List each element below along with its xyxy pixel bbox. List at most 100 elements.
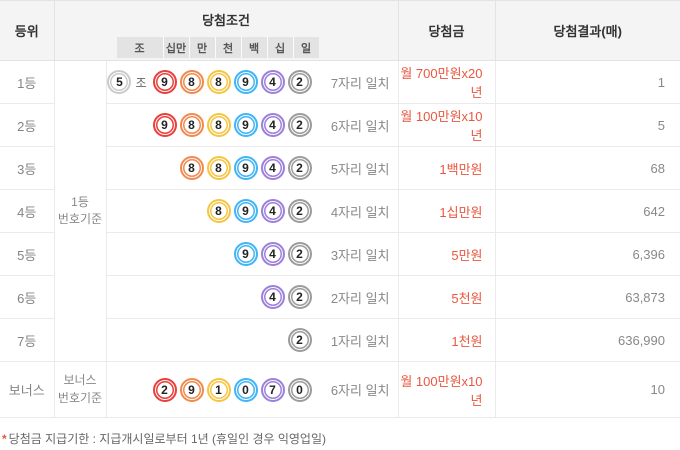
winning-numbers: 988942 (107, 113, 312, 137)
winning-numbers: 8942 (107, 199, 312, 223)
lottery-ball: 8 (179, 156, 204, 180)
lottery-ball: 7 (260, 377, 285, 402)
lottery-ball: 9 (233, 156, 258, 180)
lottery-ball: 9 (233, 113, 258, 137)
lottery-ball: 8 (206, 199, 231, 223)
basis-line2: 번호기준 (57, 212, 103, 226)
lottery-ball: 8 (206, 113, 231, 137)
prize-cell: 월 700만원x20년 (397, 60, 496, 104)
header-condition-title: 당첨조건 (202, 12, 250, 28)
match-label: 3자리 일치 (330, 247, 390, 263)
result-count-cell: 1 (494, 60, 680, 104)
header-rank: 등위 (0, 0, 55, 61)
lottery-ball: 8 (179, 113, 204, 137)
digit-position-label-1: 일 (292, 37, 319, 58)
basis-line2: 번호기준 (57, 390, 103, 405)
rank-cell: 5등 (0, 232, 55, 276)
rank-cell: 1등 (0, 60, 55, 104)
condition-cell: 88942 5자리 일치 (105, 146, 399, 190)
lottery-ball: 4 (260, 113, 285, 137)
winning-numbers: 88942 (107, 156, 312, 180)
lottery-result-table: 등위 당첨조건 조 십만 만 천 백 십 일 당첨금 당첨결과(매) 1등 1등… (0, 0, 680, 418)
rank-cell: 보너스 (0, 361, 55, 418)
first-prize-basis-cell: 1등 번호기준 (53, 60, 107, 362)
match-label: 6자리 일치 (330, 383, 390, 398)
prize-cell: 월 100만원x10년 (397, 361, 496, 418)
match-label: 4자리 일치 (330, 204, 390, 220)
lottery-ball: 2 (287, 328, 312, 352)
rank-cell: 3등 (0, 146, 55, 190)
prize-cell: 5만원 (397, 232, 496, 276)
footnote-mark: * (2, 432, 7, 446)
condition-cell: 942 3자리 일치 (105, 232, 399, 276)
digit-position-bar: 조 십만 만 천 백 십 일 (116, 37, 319, 58)
winning-numbers: 942 (107, 242, 312, 266)
lottery-ball: 2 (287, 199, 312, 223)
lottery-ball: 8 (206, 70, 231, 94)
lottery-ball: 2 (287, 242, 312, 266)
lottery-ball: 9 (233, 70, 258, 94)
lottery-ball: 4 (260, 70, 285, 94)
lottery-ball: 8 (206, 156, 231, 180)
prize-cell: 월 100만원x10년 (397, 103, 496, 147)
rank-cell: 7등 (0, 318, 55, 362)
prize-cell: 1백만원 (397, 146, 496, 190)
winning-numbers: 5조988942 (107, 70, 312, 94)
lottery-ball: 8 (179, 70, 204, 94)
condition-cell: 42 2자리 일치 (105, 275, 399, 319)
lottery-ball: 9 (152, 70, 177, 94)
digit-position-label-10: 십 (266, 37, 293, 58)
condition-cell: 988942 6자리 일치 (105, 103, 399, 147)
prize-cell: 1천원 (397, 318, 496, 362)
bonus-basis-cell: 보너스 번호기준 (53, 361, 107, 418)
lottery-ball: 4 (260, 285, 285, 309)
match-label: 2자리 일치 (330, 290, 390, 306)
result-count-cell: 5 (494, 103, 680, 147)
lottery-ball: 2 (287, 285, 312, 309)
group-unit-label: 조 (135, 75, 147, 90)
prize-cell: 1십만원 (397, 189, 496, 233)
lottery-ball: 9 (152, 113, 177, 137)
lottery-ball: 4 (260, 199, 285, 223)
rank-cell: 2등 (0, 103, 55, 147)
winning-numbers: 42 (107, 285, 312, 309)
table-row-rank1: 1등 1등 번호기준 5조988942 7자리 일치 월 700만원x20년 1 (0, 60, 680, 362)
condition-cell: 5조988942 7자리 일치 (105, 60, 399, 104)
result-count-cell: 6,396 (494, 232, 680, 276)
result-count-cell: 636,990 (494, 318, 680, 362)
rank-cell: 4등 (0, 189, 55, 233)
lottery-ball: 0 (287, 377, 312, 402)
rank-cell: 6등 (0, 275, 55, 319)
lottery-ball: 9 (233, 199, 258, 223)
payment-deadline-note: * 당첨금 지급기한 : 지급개시일로부터 1년 (휴일인 경우 익영업일) (2, 430, 680, 447)
winning-numbers: 291070 (107, 377, 312, 402)
prize-cell: 5천원 (397, 275, 496, 319)
lottery-ball: 1 (206, 377, 231, 402)
lottery-ball: 2 (287, 70, 312, 94)
lottery-ball: 9 (179, 377, 204, 402)
result-count-cell: 642 (494, 189, 680, 233)
digit-position-label-1k: 천 (214, 37, 241, 58)
digit-position-label-100: 백 (240, 37, 267, 58)
digit-position-label-jo: 조 (134, 42, 145, 55)
winning-numbers: 2 (107, 328, 312, 352)
lottery-ball: 4 (260, 156, 285, 180)
result-count-cell: 63,873 (494, 275, 680, 319)
lottery-ball: 2 (152, 377, 177, 402)
header-prize: 당첨금 (397, 0, 496, 61)
condition-cell: 2 1자리 일치 (105, 318, 399, 362)
match-label: 5자리 일치 (330, 161, 390, 177)
match-label: 6자리 일치 (330, 118, 390, 134)
lottery-ball: 4 (260, 242, 285, 266)
lottery-ball: 5 (107, 70, 132, 94)
header-result: 당첨결과(매) (494, 0, 680, 61)
condition-cell: 8942 4자리 일치 (105, 189, 399, 233)
lottery-ball: 2 (287, 113, 312, 137)
result-count-cell: 10 (494, 361, 680, 418)
match-label: 1자리 일치 (330, 333, 390, 349)
footnote-text: 당첨금 지급기한 : 지급개시일로부터 1년 (휴일인 경우 익영업일) (8, 432, 327, 446)
basis-line1: 1등 (71, 194, 89, 209)
lottery-ball: 2 (287, 156, 312, 180)
condition-cell: 291070 6자리 일치 (105, 361, 399, 418)
digit-position-label-10k: 만 (188, 37, 215, 58)
